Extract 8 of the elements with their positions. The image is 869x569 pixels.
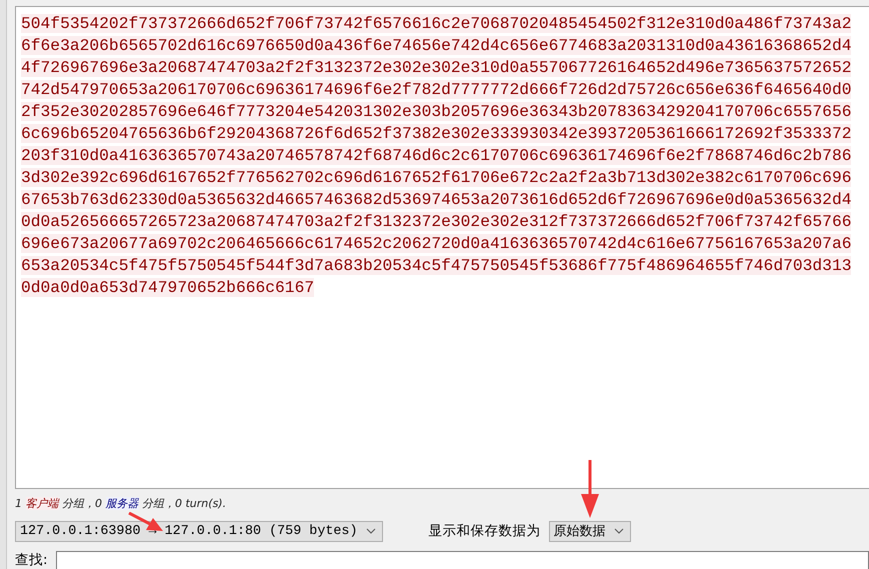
summary-text: 1 客户端 分组，0 服务器 分组，0 turn(s). <box>15 496 228 512</box>
display-format-dropdown[interactable]: 原始数据 <box>548 520 630 542</box>
find-label: 查找: <box>15 550 48 569</box>
chevron-down-icon <box>366 528 376 534</box>
display-format-label: 显示和保存数据为 <box>428 522 540 540</box>
annotation-arrow <box>580 460 600 520</box>
conversation-dropdown[interactable]: 127.0.0.1:63980 → 127.0.0.1:80 (759 bytes) <box>15 520 382 542</box>
chevron-down-icon <box>614 528 624 534</box>
